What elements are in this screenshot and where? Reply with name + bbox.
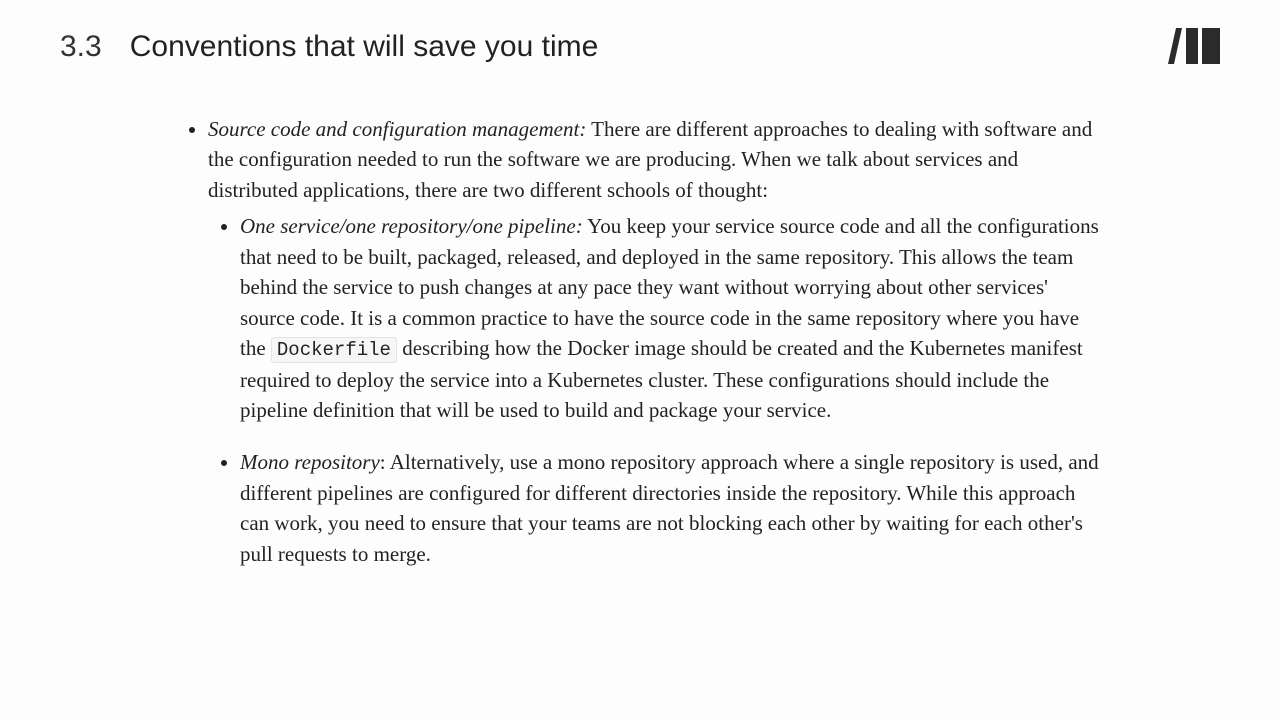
body-content: Source code and configuration management… <box>180 114 1100 569</box>
section-number: 3.3 <box>60 30 102 64</box>
list-item: Source code and configuration management… <box>208 114 1100 569</box>
bullet-lead: Mono repository <box>240 450 380 474</box>
inline-code: Dockerfile <box>271 337 397 363</box>
publisher-logo-icon <box>1168 28 1220 64</box>
list-item: One service/one repository/one pipeline:… <box>240 211 1100 425</box>
document-page: 3.3 Conventions that will save you time … <box>0 0 1280 720</box>
top-bullet-list: Source code and configuration management… <box>180 114 1100 569</box>
section-title: Conventions that will save you time <box>130 30 599 64</box>
list-item: Mono repository: Alternatively, use a mo… <box>240 447 1100 569</box>
bullet-lead: Source code and configuration management… <box>208 117 586 141</box>
page-header: 3.3 Conventions that will save you time <box>60 30 1220 64</box>
sub-bullet-list: One service/one repository/one pipeline:… <box>208 211 1100 569</box>
bullet-lead: One service/one repository/one pipeline: <box>240 214 583 238</box>
